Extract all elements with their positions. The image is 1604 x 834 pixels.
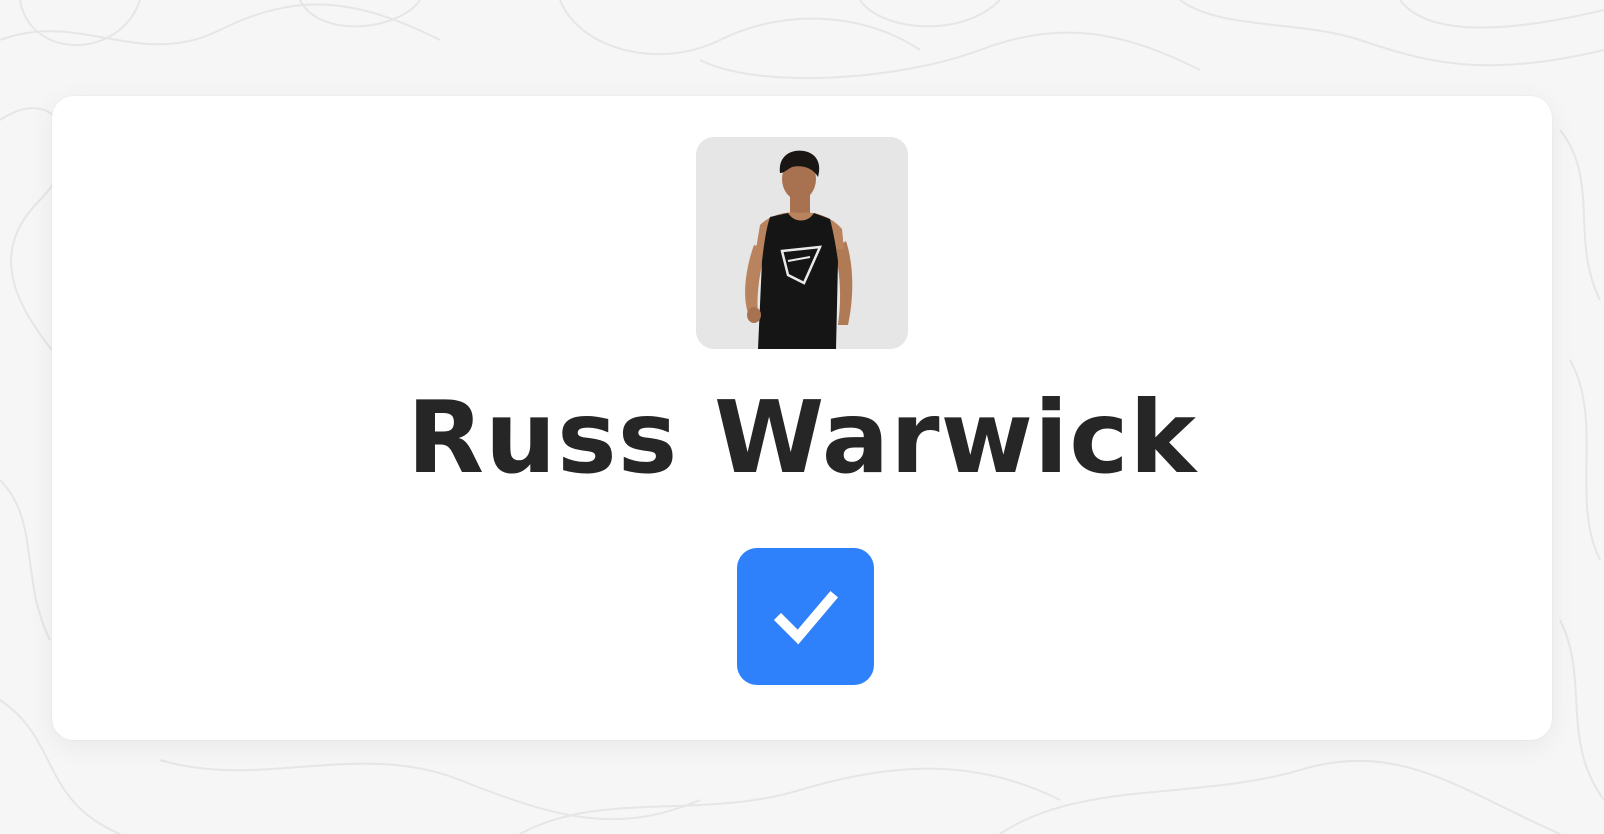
person-photo-icon [696, 137, 908, 349]
profile-name: Russ Warwick [406, 379, 1198, 496]
verified-badge-button[interactable] [737, 548, 874, 685]
profile-card: Russ Warwick [52, 96, 1552, 740]
checkmark-icon [773, 590, 838, 644]
profile-avatar [696, 137, 908, 349]
